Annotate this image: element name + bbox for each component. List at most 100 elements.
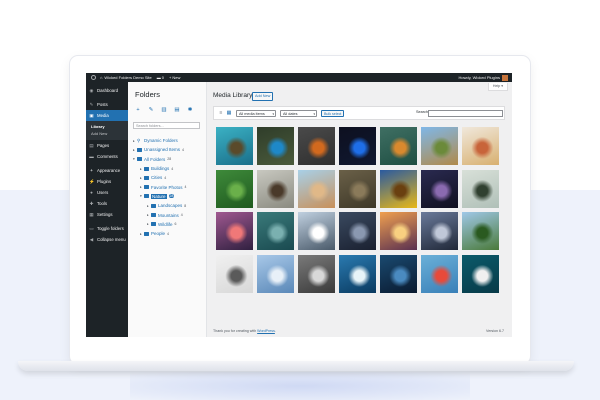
menu-item-pages[interactable]: ▤ Pages	[86, 140, 128, 151]
media-thumbnail-hot-air-balloons[interactable]	[421, 254, 458, 293]
date-filter[interactable]: All dates ▾	[280, 109, 317, 117]
media-thumbnail-night-sky[interactable]	[421, 169, 458, 208]
media-thumbnail-kingfisher[interactable]	[257, 127, 294, 165]
media-thumbnail-sunflower[interactable]	[380, 169, 417, 208]
grid-view-icon[interactable]: ▦	[226, 110, 232, 116]
help-label: Help	[492, 84, 501, 88]
tree-node-mountains[interactable]: ▸ Mountains 4	[133, 210, 205, 219]
menu-item-posts[interactable]: ✎ Posts	[86, 99, 128, 110]
dashboard-icon: ◉	[89, 87, 94, 93]
tree-count: 4	[180, 213, 183, 218]
tree-node-people[interactable]: ▸ People 4	[133, 229, 205, 238]
media-toolbar: ≡ ▦ All media items ▾ All dates ▾ Bulk sel…	[213, 106, 505, 120]
tree-node-nature[interactable]: ▾ Nature 28	[133, 192, 205, 201]
filter-type-value: All media items	[239, 111, 265, 116]
submenu-library[interactable]: Library	[86, 123, 128, 130]
media-thumbnail-ocean-wave[interactable]	[339, 254, 376, 293]
media-thumbnail-underwater[interactable]	[380, 254, 417, 293]
tree-node-landscapes[interactable]: ▸ Landscapes 8	[133, 201, 205, 210]
media-thumbnail-flower-field[interactable]	[462, 127, 499, 165]
tree-node-buildings[interactable]: ▸ Buildings 4	[133, 164, 205, 173]
comments-icon: ▬	[89, 154, 94, 159]
media-grid	[216, 127, 501, 297]
tools-icon: ✚	[89, 200, 94, 206]
folder-search-input[interactable]: Search folders...	[133, 122, 200, 129]
laptop-shadow	[130, 372, 470, 400]
menu-label: Collapse menu	[97, 237, 126, 242]
media-thumbnail-volcano-night[interactable]	[421, 212, 458, 250]
folder-icon	[151, 213, 156, 218]
media-thumbnail-fox[interactable]	[298, 127, 335, 165]
menu-item-dashboard[interactable]: ◉ Dashboard	[86, 85, 128, 96]
bulk-select-button[interactable]: Bulk select	[321, 109, 345, 117]
help-tab[interactable]: Help ▾	[488, 83, 508, 91]
tree-node-all-folders[interactable]: ▾ All Folders 28	[133, 155, 205, 164]
media-thumbnail-mist-bird[interactable]	[462, 169, 499, 208]
folder-icon	[144, 166, 149, 171]
wordpress-link[interactable]: WordPress	[257, 329, 275, 333]
media-thumbnail-lake-sunset[interactable]	[380, 212, 417, 250]
tree-node-wildlife[interactable]: ▸ Wildlife 6	[133, 220, 205, 229]
tree-node-favorite-photos[interactable]: ▸ Favorite Photos 4	[133, 182, 205, 191]
menu-item-settings[interactable]: ▦ Settings	[86, 209, 128, 220]
menu-item-media[interactable]: ▣ Media	[86, 110, 128, 121]
media-thumbnail-pink-sunset[interactable]	[216, 212, 253, 250]
tree-count: 6	[174, 222, 177, 227]
search-input[interactable]	[428, 109, 503, 117]
media-thumbnail-liberty-statue[interactable]	[216, 254, 253, 293]
tree-node-dynamic-folders[interactable]: ▸ ⚲ Dynamic Folders	[133, 136, 205, 145]
media-thumbnail-sea-turtle[interactable]	[216, 127, 253, 165]
media-thumbnail-coastal-road[interactable]	[462, 254, 499, 293]
admin-menu: ◉ Dashboard ✎ Posts ▣ Media Library Add …	[86, 82, 128, 337]
menu-item-appearance[interactable]: ✦ Appearance	[86, 165, 128, 176]
menu-label: Users	[97, 190, 109, 195]
edit-folder-icon[interactable]: ✎	[148, 107, 154, 113]
folder-settings-icon[interactable]: ▤	[174, 107, 180, 113]
media-thumbnail-blue-mountains[interactable]	[257, 254, 294, 293]
tree-count: 28	[168, 194, 175, 199]
avatar[interactable]	[502, 74, 508, 81]
media-thumbnail-forest-fog[interactable]	[339, 212, 376, 250]
wordpress-logo-icon[interactable]	[91, 75, 96, 80]
add-new-button[interactable]: Add New	[252, 92, 274, 101]
account-greeting[interactable]: Howdy, Wicked Plugins	[459, 75, 501, 80]
media-thumbnail-mountain-valley[interactable]	[421, 127, 458, 165]
media-library-main: Help ▾ Media Library Add New ≡ ▦ All med…	[207, 82, 512, 337]
list-view-icon[interactable]: ≡	[218, 110, 224, 116]
menu-item-comments[interactable]: ▬ Comments	[86, 151, 128, 162]
media-thumbnail-desert-dunes[interactable]	[298, 169, 335, 208]
comments-icon[interactable]: ▬	[157, 75, 161, 80]
media-thumbnail-snake[interactable]	[339, 127, 376, 165]
menu-item-plugins[interactable]: ⚡ Plugins	[86, 176, 128, 187]
tree-node-cities[interactable]: ▸ Cities 4	[133, 173, 205, 182]
footer-text-end: .	[274, 329, 276, 333]
media-thumbnail-tiger[interactable]	[380, 127, 417, 165]
menu-item-collapse[interactable]: ◀ Collapse menu	[86, 234, 128, 245]
gear-icon[interactable]: ✱	[187, 107, 193, 113]
tree-node-unassigned-items[interactable]: ▸ Unassigned Items 4	[133, 145, 205, 154]
media-thumbnail-succulent[interactable]	[257, 212, 294, 250]
menu-label: Media	[97, 113, 109, 118]
media-thumbnail-frost-pattern[interactable]	[298, 254, 335, 293]
new-link[interactable]: New	[172, 75, 180, 80]
delete-folder-icon[interactable]: ▥	[161, 107, 167, 113]
add-folder-icon[interactable]: +	[135, 107, 141, 113]
media-icon: ▣	[89, 112, 94, 118]
media-thumbnail-owl[interactable]	[257, 169, 294, 208]
footer-thanks: Thank you for creating with WordPress.	[213, 329, 276, 333]
menu-item-users[interactable]: ● Users	[86, 187, 128, 198]
collapse-icon: ◀	[89, 236, 94, 242]
media-thumbnail-snowy-peaks[interactable]	[298, 212, 335, 250]
submenu-add-new[interactable]: Add New	[86, 130, 128, 137]
media-thumbnail-monstera-leaf[interactable]	[216, 169, 253, 208]
menu-item-tools[interactable]: ✚ Tools	[86, 198, 128, 209]
laptop-base	[18, 361, 574, 371]
media-thumbnail-lone-tree[interactable]	[462, 212, 499, 250]
tree-label: Wildlife	[158, 221, 173, 227]
media-type-filter[interactable]: All media items ▾	[236, 109, 276, 117]
media-thumbnail-elephant[interactable]	[339, 169, 376, 208]
menu-item-toggle-folders[interactable]: ▭ Toggle folders	[86, 223, 128, 234]
home-icon: ⌂	[100, 75, 103, 80]
site-name-link[interactable]: Wicked Folders Demo Site	[104, 75, 151, 80]
pin-icon: ✎	[89, 101, 94, 107]
